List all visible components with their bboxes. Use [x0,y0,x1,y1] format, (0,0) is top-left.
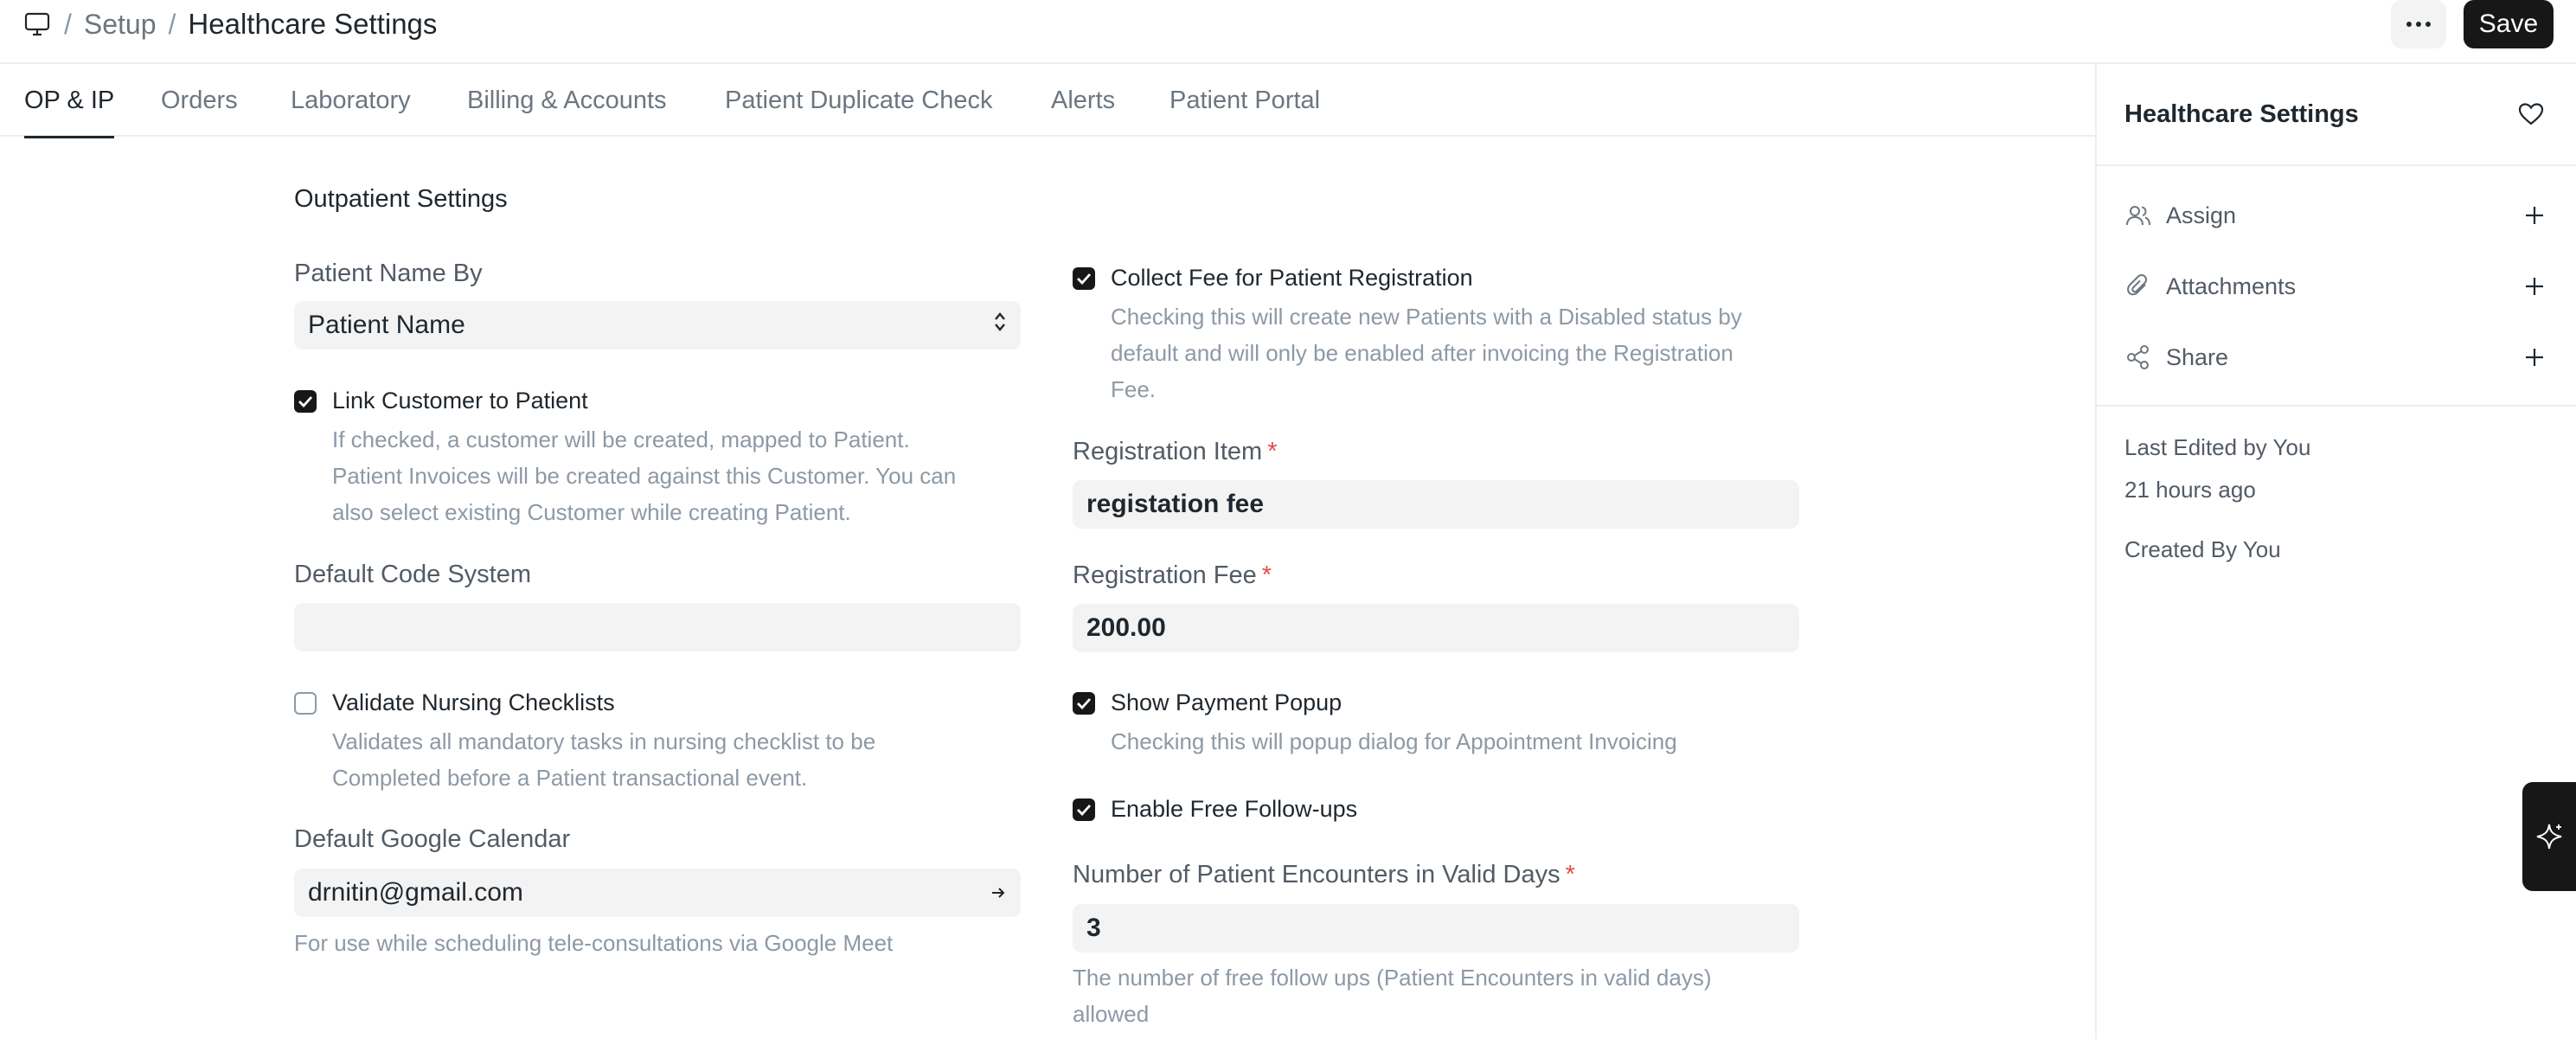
free-followups-label: Enable Free Follow-ups [1111,796,1358,822]
plus-icon[interactable] [2519,342,2550,373]
encounters-label-text: Number of Patient Encounters in Valid Da… [1073,861,1560,888]
right-sidebar: Healthcare Settings Assign Attachments S… [2095,64,2576,1039]
validate-nursing-label: Validate Nursing Checklists [332,689,615,715]
google-calendar-description: For use while scheduling tele-consultati… [294,930,894,956]
google-calendar-value: drnitin@gmail.com [308,878,523,907]
google-calendar-label: Default Google Calendar [294,825,571,853]
required-marker: * [1267,438,1278,465]
encounters-description: The number of free follow ups (Patient E… [1073,959,1817,1032]
ellipsis-icon [2406,22,2431,27]
tab-alerts[interactable]: Alerts [1051,64,1115,137]
google-calendar-link-field[interactable]: drnitin@gmail.com [294,869,1021,917]
required-marker: * [1565,861,1575,888]
plus-icon[interactable] [2519,200,2550,231]
checkbox-checked-icon[interactable] [1073,798,1095,821]
share-icon [2124,343,2152,371]
registration-fee-input[interactable]: 200.00 [1073,604,1799,652]
collect-fee-label: Collect Fee for Patient Registration [1111,265,1473,291]
patient-name-by-label: Patient Name By [294,260,483,287]
description-line: Patient Invoices will be created against… [332,463,957,489]
encounters-input[interactable]: 3 [1073,904,1799,952]
breadcrumb: / Setup / Healthcare Settings [22,0,437,48]
section-title: Outpatient Settings [294,185,508,213]
sidebar-assign-label: Assign [2166,202,2237,228]
plus-icon[interactable] [2519,271,2550,302]
registration-item-input[interactable]: registation fee [1073,480,1799,529]
description-line: Fee. [1111,376,1157,402]
link-customer-description: If checked, a customer will be created, … [332,421,1024,530]
registration-item-value: registation fee [1086,490,1265,518]
registration-fee-value: 200.00 [1086,613,1166,642]
collect-fee-checkbox-row[interactable]: Collect Fee for Patient Registration [1073,265,1473,292]
created-by: Created By You [2124,536,2281,562]
checkbox-checked-icon[interactable] [294,389,317,413]
last-edited-by: Last Edited by You [2124,434,2311,460]
description-line: default and will only be enabled after i… [1111,340,1733,366]
tab-op-ip[interactable]: OP & IP [24,64,115,138]
sidebar-attachments[interactable]: Attachments [2124,269,2550,304]
show-payment-popup-checkbox-row[interactable]: Show Payment Popup [1073,689,1342,716]
paperclip-icon [2124,273,2152,300]
free-followups-checkbox-row[interactable]: Enable Free Follow-ups [1073,796,1357,823]
sparkle-icon [2536,824,2562,850]
description-line: Completed before a Patient transactional… [332,765,808,791]
description-line: Validates all mandatory tasks in nursing… [332,728,876,754]
tab-patient-duplicate-check[interactable]: Patient Duplicate Check [725,64,993,137]
show-payment-popup-label: Show Payment Popup [1111,689,1342,715]
users-icon [2124,202,2152,229]
tab-bar: OP & IP Orders Laboratory Billing & Acco… [0,64,2095,138]
sidebar-assign[interactable]: Assign [2124,198,2550,233]
link-customer-label: Link Customer to Patient [332,388,588,414]
sidebar-attachments-label: Attachments [2166,273,2297,299]
ai-assistant-button[interactable] [2522,782,2576,891]
registration-item-label-text: Registration Item [1073,438,1263,465]
show-payment-popup-description: Checking this will popup dialog for Appo… [1111,728,1677,754]
description-line: The number of free follow ups (Patient E… [1073,965,1712,991]
page-title: Healthcare Settings [188,8,438,40]
tab-billing-accounts[interactable]: Billing & Accounts [467,64,667,137]
registration-fee-label: Registration Fee * [1073,561,1272,590]
heart-icon[interactable] [2514,97,2548,131]
select-arrows-icon [993,310,1007,341]
description-line: If checked, a customer will be created, … [332,427,910,452]
tab-orders[interactable]: Orders [161,64,238,137]
checkbox-unchecked-icon[interactable] [294,691,317,715]
encounters-label: Number of Patient Encounters in Valid Da… [1073,861,1575,889]
tab-laboratory[interactable]: Laboratory [291,64,411,137]
description-line: also select existing Customer while crea… [332,499,851,525]
tab-patient-portal[interactable]: Patient Portal [1169,64,1320,137]
divider [2097,164,2576,166]
divider [2097,405,2576,407]
patient-name-by-value: Patient Name [308,311,465,339]
sidebar-share[interactable]: Share [2124,340,2550,375]
patient-name-by-select[interactable]: Patient Name [294,301,1021,350]
validate-nursing-description: Validates all mandatory tasks in nursing… [332,723,1024,796]
sidebar-share-label: Share [2166,343,2229,370]
description-line: allowed [1073,1001,1150,1027]
more-actions-button[interactable] [2391,0,2446,48]
last-edited-time: 21 hours ago [2124,477,2256,503]
encounters-value: 3 [1086,914,1101,942]
default-code-system-label: Default Code System [294,561,532,588]
registration-fee-label-text: Registration Fee [1073,561,1257,589]
checkbox-checked-icon[interactable] [1073,691,1095,715]
link-customer-checkbox-row[interactable]: Link Customer to Patient [294,388,588,414]
breadcrumb-setup[interactable]: Setup [84,9,157,41]
default-code-system-input[interactable] [294,603,1021,651]
arrow-right-icon[interactable] [990,878,1007,908]
save-button[interactable]: Save [2464,0,2554,48]
top-navbar: / Setup / Healthcare Settings Save [0,0,2576,64]
desktop-icon[interactable] [22,10,52,39]
breadcrumb-separator: / [64,8,72,40]
collect-fee-description: Checking this will create new Patients w… [1111,298,1803,407]
required-marker: * [1261,561,1272,589]
breadcrumb-separator: / [168,8,176,40]
validate-nursing-checkbox-row[interactable]: Validate Nursing Checklists [294,689,615,716]
sidebar-title: Healthcare Settings [2124,100,2359,128]
description-line: Checking this will create new Patients w… [1111,304,1742,330]
checkbox-checked-icon[interactable] [1073,266,1095,290]
registration-item-label: Registration Item * [1073,438,1278,466]
